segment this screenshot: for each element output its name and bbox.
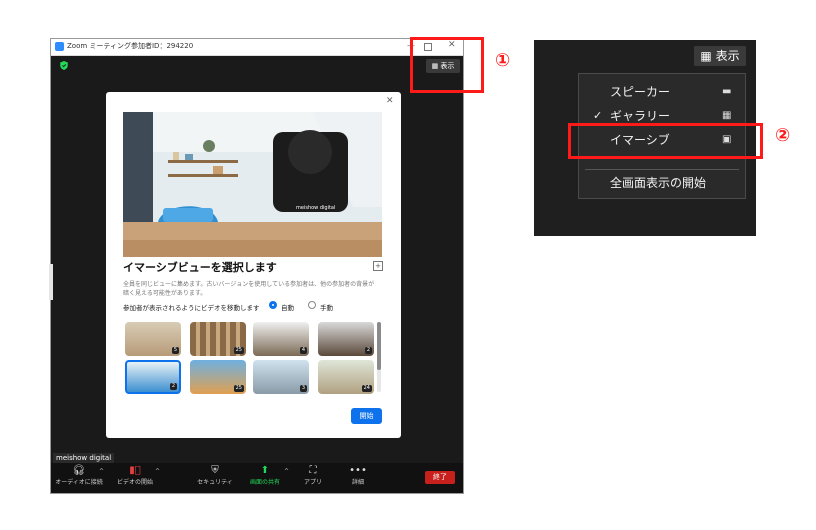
more-button-label: 詳細: [351, 479, 364, 486]
audio-button-label: オーディオに接続: [55, 479, 103, 486]
participant-count-badge: 5: [171, 347, 179, 354]
scene-thumbnail[interactable]: 24: [318, 360, 374, 394]
dialog-description-line2: 暗く見える可能性があります。: [123, 290, 207, 297]
headphone-icon: 🎧︎: [72, 465, 86, 476]
close-icon[interactable]: ✕: [386, 96, 394, 106]
immersive-view-dialog: ✕ meishow digital イマーシブビューを選択します + 全員を同じ…: [106, 92, 401, 438]
video-button[interactable]: ▮⃠ ビデオの開始: [111, 465, 159, 486]
scene-thumbnail[interactable]: 4: [253, 322, 309, 356]
scene-thumbnail[interactable]: 3: [253, 360, 309, 394]
view-menu-button[interactable]: ▦ 表示: [694, 46, 746, 66]
participant-count-badge: 24: [361, 385, 372, 392]
auto-radio[interactable]: [269, 301, 277, 309]
participant-count-badge: 25: [233, 347, 244, 354]
zoom-logo-icon: [55, 42, 64, 51]
security-button-label: セキュリティ: [197, 479, 233, 486]
manual-radio-label[interactable]: 手動: [320, 302, 333, 312]
grid-icon: ▦: [700, 49, 712, 63]
auto-radio-label[interactable]: 自動: [281, 302, 294, 312]
scene-thumbnail[interactable]: 5: [125, 322, 181, 356]
step-marker-2: ②: [775, 125, 791, 146]
step-marker-1: ①: [495, 50, 511, 71]
side-panel-handle[interactable]: [49, 264, 53, 300]
preview-brand-label: meishow digital: [296, 205, 336, 211]
dialog-description: 全員を同じビューに集めます。古いバージョンを使用している参加者は、他の参加者の背…: [123, 281, 375, 288]
thumbnail-scrollbar[interactable]: [377, 322, 381, 392]
apps-icon: ⛶: [309, 465, 317, 476]
share-screen-button[interactable]: ⬆ 画面の共有: [241, 465, 289, 486]
scene-thumbnail[interactable]: 2: [318, 322, 374, 356]
move-video-label: 参加者が表示されるようにビデオを移動します: [123, 304, 260, 312]
security-button[interactable]: ⛨ セキュリティ: [191, 465, 239, 486]
scene-thumbnail[interactable]: 25: [190, 322, 246, 356]
ellipsis-icon: •••: [349, 465, 367, 476]
share-screen-icon: ⬆: [260, 465, 270, 476]
shield-icon: ⛨: [211, 465, 219, 476]
title-bar: Zoom ミーティング参加者ID：294220 — ✕: [51, 39, 463, 56]
apps-button-label: アプリ: [303, 479, 322, 486]
scene-thumbnail[interactable]: 25: [190, 360, 246, 394]
end-meeting-button[interactable]: 終了: [425, 471, 455, 484]
manual-radio[interactable]: [308, 301, 316, 309]
scrollbar-thumb[interactable]: [377, 322, 381, 370]
participant-name-tag: meishow digital: [53, 453, 115, 463]
participant-count-badge: 4: [299, 347, 307, 354]
scene-thumbnail-selected[interactable]: 2: [125, 360, 181, 394]
menu-item-label: スピーカー: [610, 85, 671, 99]
participant-count-badge: 25: [233, 385, 244, 392]
menu-item-label: 全画面表示の開始: [610, 176, 707, 190]
highlight-box-view-button: [410, 37, 484, 93]
video-off-icon: ▮⃠: [129, 465, 141, 476]
video-button-label: ビデオの開始: [116, 479, 153, 486]
chevron-up-icon[interactable]: ^: [155, 468, 160, 475]
window-title: Zoom ミーティング参加者ID：294220: [67, 42, 194, 50]
share-screen-label: 画面の共有: [249, 479, 280, 486]
speaker-view-icon: ▬: [722, 86, 732, 97]
immersive-preview-image: [123, 112, 382, 257]
menu-item-speaker[interactable]: スピーカー ▬: [579, 81, 745, 103]
dialog-title: イマーシブビューを選択します: [123, 261, 277, 274]
start-button[interactable]: 開始: [351, 408, 382, 424]
chevron-up-icon[interactable]: ^: [99, 468, 104, 475]
scene-thumbnail-grid: 5 25 4 2 2 25 3 24: [123, 320, 381, 398]
add-icon[interactable]: +: [373, 261, 383, 271]
more-button[interactable]: ••• 詳細: [334, 465, 382, 486]
highlight-box-immersive: [568, 123, 763, 159]
apps-button[interactable]: ⛶ アプリ: [289, 465, 337, 486]
participant-count-badge: 2: [169, 383, 177, 390]
participant-count-badge: 3: [299, 385, 307, 392]
menu-item-fullscreen[interactable]: 全画面表示の開始: [579, 172, 745, 194]
participant-count-badge: 2: [364, 347, 372, 354]
meeting-toolbar: 🎧︎ オーディオに接続 ^ ▮⃠ ビデオの開始 ^ ⛨ セキュリティ ⬆ 画面の…: [51, 463, 463, 493]
audio-button[interactable]: 🎧︎ オーディオに接続: [55, 465, 103, 486]
encryption-shield-icon[interactable]: [60, 61, 68, 70]
view-menu-button-label: 表示: [715, 49, 740, 63]
menu-divider: [585, 169, 739, 170]
